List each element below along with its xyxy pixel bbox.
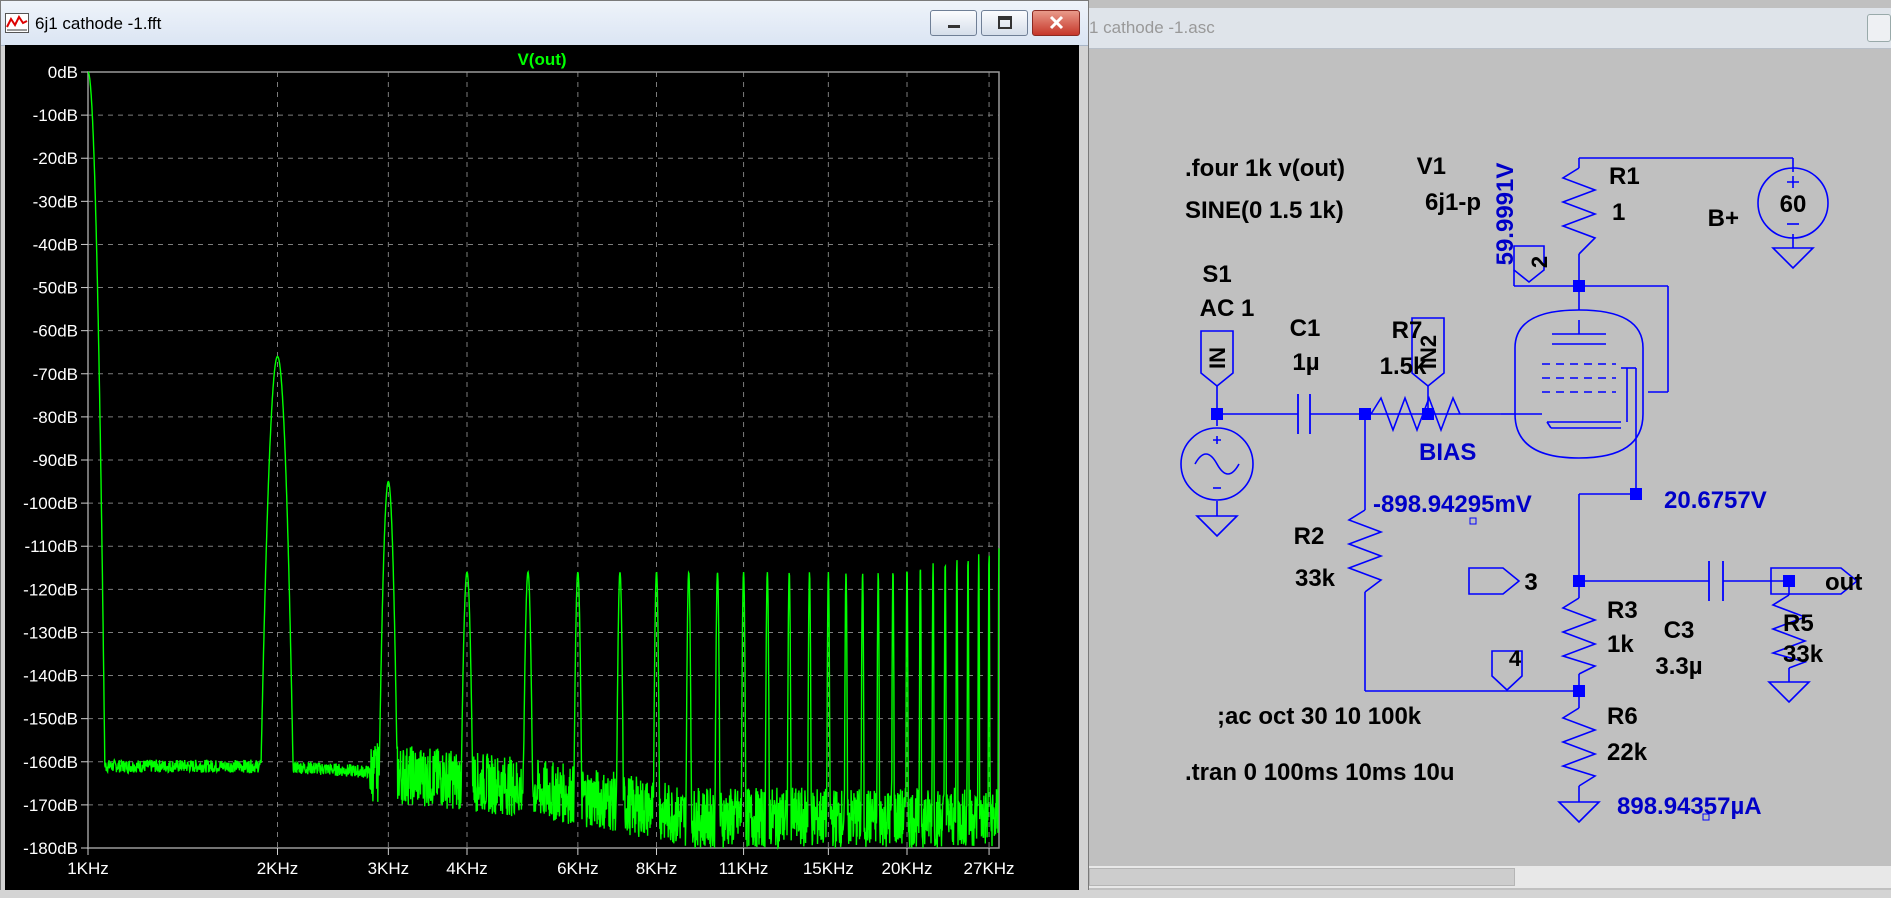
resistor-r1[interactable]	[1560, 167, 1598, 255]
x-tick-label: 2KHz	[257, 859, 299, 878]
y-tick-label: -110dB	[24, 537, 78, 556]
c3-name[interactable]: C3	[1664, 617, 1695, 644]
y-tick-label: -140dB	[23, 667, 78, 686]
r5-value[interactable]: 33k	[1783, 641, 1824, 668]
ac-directive[interactable]: ;ac oct 30 10 100k	[1217, 703, 1422, 730]
close-icon	[1049, 15, 1064, 30]
source-s1[interactable]	[1180, 427, 1254, 501]
y-tick-label: -40dB	[33, 235, 78, 254]
y-tick-label: -90dB	[33, 451, 78, 470]
s1-name[interactable]: S1	[1202, 261, 1231, 288]
v1-name[interactable]: V1	[1417, 153, 1446, 180]
c3-value[interactable]: 3.3µ	[1655, 653, 1702, 680]
current-probe[interactable]: 898.94357µA	[1617, 793, 1762, 820]
x-tick-label: 4KHz	[446, 859, 488, 878]
cathode-voltage-probe[interactable]: 20.6757V	[1664, 487, 1767, 514]
y-tick-label: -10dB	[33, 106, 78, 125]
x-tick-label: 27KHz	[964, 859, 1015, 878]
resistor-r2[interactable]	[1346, 509, 1384, 593]
schematic-titlebar[interactable]: 1 cathode -1.asc	[1089, 8, 1891, 49]
y-tick-label: -60dB	[33, 322, 78, 341]
y-tick-label: -70dB	[33, 365, 78, 384]
x-tick-label: 6KHz	[557, 859, 599, 878]
y-tick-label: 0dB	[48, 63, 78, 82]
capacitor-c3[interactable]	[1708, 561, 1724, 601]
schematic-window: 1 cathode -1.asc .four 1k v(out) SINE(0 …	[1089, 0, 1891, 898]
net-label-out[interactable]: out	[1825, 569, 1862, 596]
minimize-icon	[948, 25, 960, 28]
y-tick-label: -120dB	[23, 580, 78, 599]
y-tick-label: -180dB	[23, 839, 78, 858]
net-label-in2[interactable]: IN2	[1416, 335, 1441, 369]
bias-label[interactable]: BIAS	[1419, 439, 1476, 466]
horizontal-scrollbar[interactable]	[1089, 866, 1891, 888]
y-tick-label: -130dB	[23, 623, 78, 642]
x-tick-label: 11KHz	[719, 859, 769, 878]
window-title: 6j1 cathode -1.fft	[35, 14, 162, 33]
r1-value[interactable]: 1	[1612, 199, 1625, 226]
y-tick-label: -50dB	[33, 279, 78, 298]
s1-value[interactable]: AC 1	[1200, 295, 1255, 322]
bplus-label[interactable]: B+	[1708, 205, 1739, 232]
r1-name[interactable]: R1	[1609, 163, 1640, 190]
y-tick-label: -170dB	[23, 796, 78, 815]
r2-value[interactable]: 33k	[1295, 565, 1336, 592]
grid-voltage-probe[interactable]: -898.94295mV	[1373, 491, 1532, 518]
r5-name[interactable]: R5	[1783, 610, 1814, 637]
capacitor-c1[interactable]	[1297, 394, 1311, 434]
tran-directive[interactable]: .tran 0 100ms 10ms 10u	[1185, 759, 1455, 786]
waveform-icon	[5, 13, 29, 33]
fft-plot-area[interactable]: V(out) 0dB -10dB -20dB -30dB -40dB -50dB -60dB…	[5, 45, 1079, 891]
fft-chart: V(out) 0dB -10dB -20dB -30dB -40dB -50dB -60dB…	[23, 50, 1015, 878]
schematic-drawing: .four 1k v(out) SINE(0 1.5 1k) S1 AC 1 V…	[1180, 153, 1862, 824]
four-directive[interactable]: .four 1k v(out)	[1185, 155, 1345, 182]
y-tick-label: -160dB	[23, 753, 78, 772]
r6-value[interactable]: 22k	[1607, 739, 1648, 766]
bottom-edge	[0, 890, 1891, 898]
x-tick-label: 1KHz	[67, 859, 109, 878]
y-axis: 0dB -10dB -20dB -30dB -40dB -50dB -60dB -70dB -8…	[23, 63, 88, 858]
schematic-canvas[interactable]: .four 1k v(out) SINE(0 1.5 1k) S1 AC 1 V…	[1089, 48, 1891, 862]
maximize-button[interactable]	[981, 10, 1028, 36]
y-tick-label: -150dB	[23, 710, 78, 729]
x-tick-label: 3KHz	[368, 859, 410, 878]
plate-voltage-probe[interactable]: 59.9991V	[1492, 163, 1519, 266]
fft-window: 6j1 cathode -1.fft V(out) 0dB -10dB -20dB -…	[0, 0, 1089, 898]
c1-value[interactable]: 1µ	[1292, 349, 1319, 376]
c1-name[interactable]: C1	[1290, 315, 1321, 342]
x-tick-label: 15KHz	[803, 859, 854, 878]
v1-model[interactable]: 6j1-p	[1425, 189, 1481, 216]
r3-name[interactable]: R3	[1607, 597, 1638, 624]
r6-name[interactable]: R6	[1607, 703, 1638, 730]
x-tick-label: 20KHz	[881, 859, 932, 878]
tube-v1[interactable]	[1514, 309, 1644, 459]
grid	[88, 72, 999, 848]
r3-value[interactable]: 1k	[1607, 631, 1634, 658]
net-flags	[1200, 245, 1859, 692]
resistor-r6[interactable]	[1560, 707, 1598, 787]
x-tick-label: 8KHz	[636, 859, 678, 878]
scrollbar-thumb[interactable]	[1089, 868, 1515, 886]
y-tick-label: -20dB	[33, 149, 78, 168]
x-axis: 1KHz 2KHz 3KHz 4KHz 6KHz 8KHz 11KHz 15KHz 20KHz 2…	[67, 848, 1015, 878]
source-sine-label[interactable]: SINE(0 1.5 1k)	[1185, 197, 1344, 224]
bplus-value[interactable]: 60	[1780, 191, 1807, 218]
r2-name[interactable]: R2	[1294, 523, 1325, 550]
trace-label: V(out)	[517, 50, 566, 69]
net-label-3[interactable]: 3	[1524, 569, 1537, 596]
minimize-button[interactable]	[930, 10, 977, 36]
resistor-r3[interactable]	[1560, 597, 1598, 675]
schematic-title: 1 cathode -1.asc	[1089, 18, 1215, 37]
net-label-2[interactable]: 2	[1527, 256, 1552, 268]
fft-titlebar[interactable]: 6j1 cathode -1.fft	[1, 1, 1088, 46]
y-tick-label: -80dB	[33, 408, 78, 427]
net-label-in[interactable]: IN	[1205, 347, 1230, 369]
y-tick-label: -30dB	[33, 192, 78, 211]
close-button[interactable]	[1032, 10, 1080, 36]
y-tick-label: -100dB	[23, 494, 78, 513]
net-label-4[interactable]: 4	[1509, 646, 1522, 671]
schematic-window-button[interactable]	[1867, 14, 1891, 42]
restore-icon	[998, 16, 1012, 29]
